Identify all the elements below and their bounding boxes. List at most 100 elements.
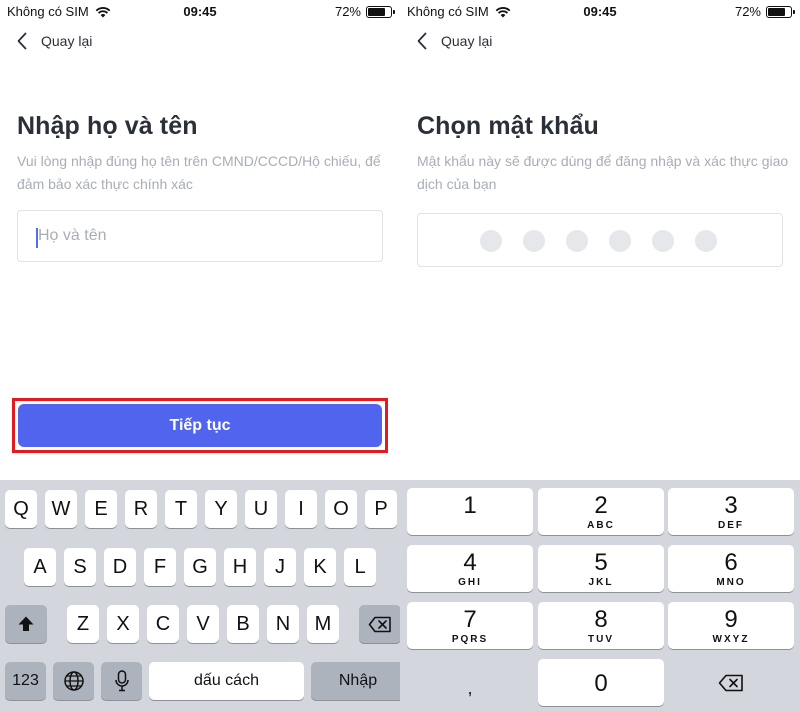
numpad-letters: JKL bbox=[588, 577, 614, 588]
numpad-key-2[interactable]: 2 ABC bbox=[538, 488, 664, 535]
key-k[interactable]: K bbox=[304, 548, 336, 586]
keyboard-row-1: QWERTYUIOP bbox=[5, 490, 397, 528]
numpad-digit: 6 bbox=[724, 549, 738, 576]
numpad-digit: 9 bbox=[724, 606, 738, 633]
numpad-letters: GHI bbox=[458, 577, 482, 588]
numpad-comma-label: , bbox=[467, 678, 473, 698]
qwerty-keyboard: QWERTYUIOP ASDFGHJKL ZXCVBNM 123 dấu các… bbox=[0, 480, 400, 711]
key-b[interactable]: B bbox=[227, 605, 259, 643]
globe-icon bbox=[63, 671, 84, 691]
space-key[interactable]: dấu cách bbox=[149, 662, 304, 700]
key-a[interactable]: A bbox=[24, 548, 56, 586]
pin-dots bbox=[480, 230, 717, 252]
key-j[interactable]: J bbox=[264, 548, 296, 586]
shift-key[interactable] bbox=[5, 605, 47, 643]
microphone-icon bbox=[114, 670, 129, 692]
keyboard-row-4: 123 dấu cách Nhập bbox=[5, 662, 400, 700]
backspace-icon bbox=[368, 616, 391, 632]
numpad-letters: MNO bbox=[716, 577, 746, 588]
key-t[interactable]: T bbox=[165, 490, 197, 528]
key-o[interactable]: O bbox=[325, 490, 357, 528]
microphone-key[interactable] bbox=[101, 662, 142, 700]
key-x[interactable]: X bbox=[107, 605, 139, 643]
pin-dot bbox=[609, 230, 631, 252]
numpad-key-9[interactable]: 9 WXYZ bbox=[668, 602, 794, 649]
status-bar: Không có SIM 09:45 72% bbox=[400, 0, 800, 24]
key-c[interactable]: C bbox=[147, 605, 179, 643]
numpad-digit: 4 bbox=[463, 549, 477, 576]
key-g[interactable]: G bbox=[184, 548, 216, 586]
key-f[interactable]: F bbox=[144, 548, 176, 586]
key-h[interactable]: H bbox=[224, 548, 256, 586]
key-n[interactable]: N bbox=[267, 605, 299, 643]
numpad-digit: 1 bbox=[463, 492, 477, 519]
numpad-digit: 0 bbox=[594, 670, 608, 697]
numbers-key[interactable]: 123 bbox=[5, 662, 46, 700]
numpad-delete-key[interactable] bbox=[668, 659, 794, 706]
back-button[interactable]: Quay lại bbox=[17, 32, 92, 50]
key-z[interactable]: Z bbox=[67, 605, 99, 643]
numpad-key-5[interactable]: 5 JKL bbox=[538, 545, 664, 592]
back-button[interactable]: Quay lại bbox=[417, 32, 492, 50]
battery-icon bbox=[766, 5, 795, 18]
numpad-digit: 8 bbox=[594, 606, 608, 633]
numpad-letters: TUV bbox=[588, 634, 614, 645]
numpad-letters: PQRS bbox=[451, 634, 489, 645]
name-entry-screen: Không có SIM 09:45 72% Quay lại Nhập họ … bbox=[0, 0, 400, 711]
numpad-key-7[interactable]: 7 PQRS bbox=[407, 602, 533, 649]
status-bar: Không có SIM 09:45 72% bbox=[0, 0, 400, 24]
return-key[interactable]: Nhập bbox=[311, 662, 400, 700]
chevron-left-icon bbox=[17, 32, 27, 50]
continue-button[interactable]: Tiếp tục bbox=[18, 404, 382, 447]
page-subtitle: Mật khẩu này sẽ được dùng để đăng nhập v… bbox=[417, 153, 789, 192]
numpad-letters: ABC bbox=[587, 520, 615, 531]
key-s[interactable]: S bbox=[64, 548, 96, 586]
keyboard-row-3: ZXCVBNM bbox=[5, 605, 400, 643]
key-w[interactable]: W bbox=[45, 490, 77, 528]
numpad-digit: 7 bbox=[463, 606, 477, 633]
numpad-key-1[interactable]: 1 bbox=[407, 488, 533, 535]
page-title: Nhập họ và tên bbox=[17, 112, 198, 140]
pin-dot bbox=[695, 230, 717, 252]
key-l[interactable]: L bbox=[344, 548, 376, 586]
shift-arrow-icon bbox=[18, 616, 34, 631]
key-m[interactable]: M bbox=[307, 605, 339, 643]
battery-percent: 72% bbox=[734, 4, 761, 19]
key-d[interactable]: D bbox=[104, 548, 136, 586]
numeric-keypad: 1 2 ABC 3 DEF 4 GHI 5 JKL 6 MNO 7 PQRS 8 TUV 9 WXYZ, 0 bbox=[400, 480, 800, 711]
numpad-key-0[interactable]: 0 bbox=[538, 659, 664, 706]
key-e[interactable]: E bbox=[85, 490, 117, 528]
key-q[interactable]: Q bbox=[5, 490, 37, 528]
backspace-icon bbox=[718, 674, 743, 691]
full-name-input[interactable] bbox=[38, 211, 368, 261]
pin-dot bbox=[480, 230, 502, 252]
numpad-digit: 5 bbox=[594, 549, 608, 576]
numpad-digit: 3 bbox=[724, 492, 738, 519]
globe-key[interactable] bbox=[53, 662, 94, 700]
key-y[interactable]: Y bbox=[205, 490, 237, 528]
highlight-box: Tiếp tục bbox=[12, 398, 388, 453]
battery-icon bbox=[366, 5, 395, 18]
password-field[interactable] bbox=[417, 213, 783, 267]
key-p[interactable]: P bbox=[365, 490, 397, 528]
chevron-left-icon bbox=[417, 32, 427, 50]
numpad-key-8[interactable]: 8 TUV bbox=[538, 602, 664, 649]
full-name-field[interactable] bbox=[17, 210, 383, 262]
numpad-key-comma[interactable]: , bbox=[407, 659, 533, 706]
password-screen: Không có SIM 09:45 72% Quay lại Chọn mật… bbox=[400, 0, 800, 711]
pin-dot bbox=[566, 230, 588, 252]
numpad-key-6[interactable]: 6 MNO bbox=[668, 545, 794, 592]
key-v[interactable]: V bbox=[187, 605, 219, 643]
numpad-key-4[interactable]: 4 GHI bbox=[407, 545, 533, 592]
key-r[interactable]: R bbox=[125, 490, 157, 528]
back-label: Quay lại bbox=[441, 33, 493, 49]
numpad-letters: DEF bbox=[718, 520, 744, 531]
page-title: Chọn mật khẩu bbox=[417, 112, 599, 140]
key-u[interactable]: U bbox=[245, 490, 277, 528]
back-label: Quay lại bbox=[41, 33, 93, 49]
numpad-key-3[interactable]: 3 DEF bbox=[668, 488, 794, 535]
key-i[interactable]: I bbox=[285, 490, 317, 528]
pin-dot bbox=[652, 230, 674, 252]
delete-key[interactable] bbox=[359, 605, 400, 643]
numpad-digit: 2 bbox=[594, 492, 608, 519]
